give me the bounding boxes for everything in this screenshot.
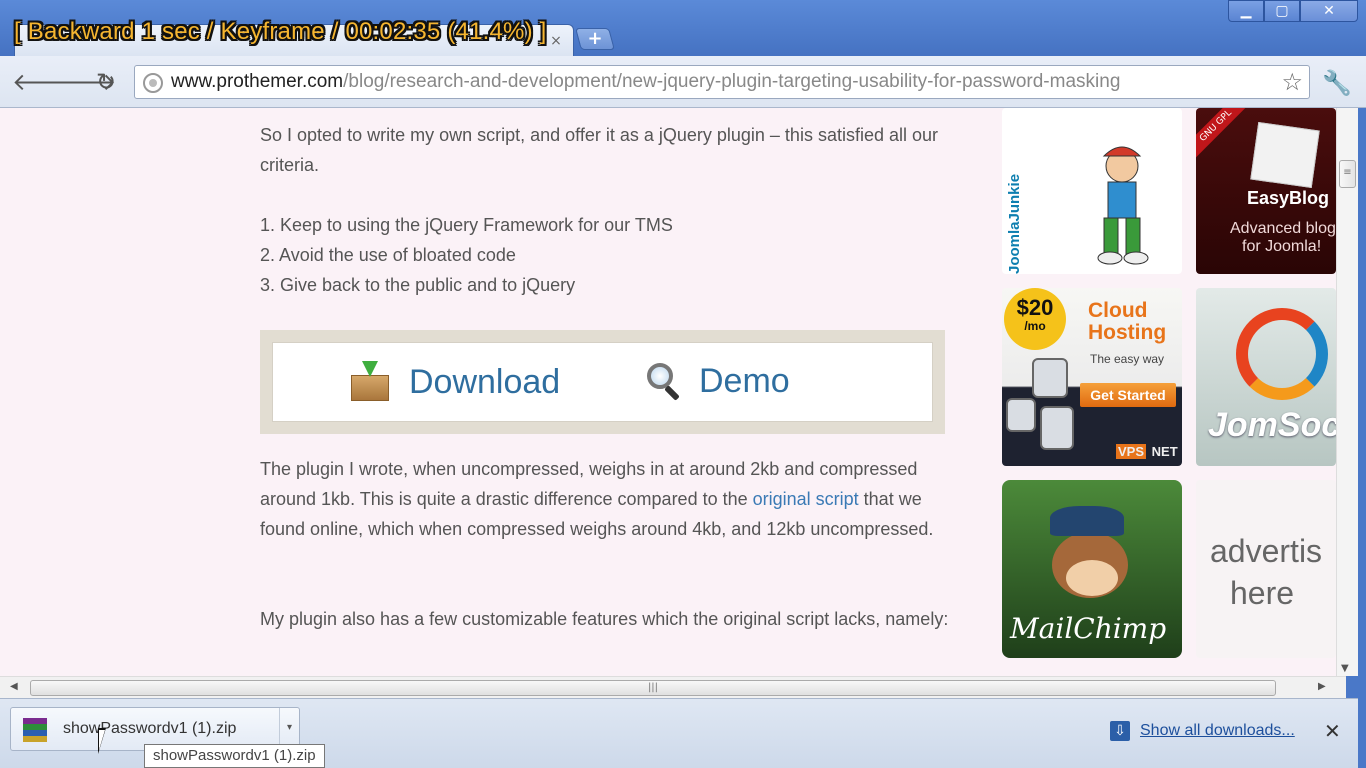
get-started-button[interactable]: Get Started xyxy=(1080,383,1176,407)
cloud-hosting-title: Cloud Hosting xyxy=(1088,300,1166,344)
price-unit: /mo xyxy=(1024,319,1046,333)
features-paragraph: My plugin also has a few customizable fe… xyxy=(260,609,949,629)
archive-file-icon xyxy=(23,718,47,742)
new-tab-button[interactable]: + xyxy=(575,28,615,50)
advertise-here-ad[interactable]: advertis here xyxy=(1196,480,1336,658)
download-demo-inner: Download Demo xyxy=(272,342,933,422)
scroll-left-arrow-icon[interactable]: ◀ xyxy=(10,681,18,692)
reload-button[interactable]: ↻ xyxy=(92,68,120,96)
download-tooltip: showPasswordv1 (1).zip xyxy=(144,744,325,768)
magnifier-icon xyxy=(645,361,685,401)
jomsocial-swirl-logo xyxy=(1236,308,1328,400)
net-text: NET xyxy=(1151,444,1178,459)
horizontal-scrollbar[interactable]: ◀ ||| ▶ xyxy=(0,676,1346,698)
cartoon-character-image xyxy=(1097,146,1149,265)
mailchimp-ad[interactable]: MailChimp xyxy=(1002,480,1182,658)
vps-net-logo: VPS NET xyxy=(1116,444,1180,459)
minimize-button[interactable]: ▁ xyxy=(1228,0,1264,22)
criteria-list: 1. Keep to using the jQuery Framework fo… xyxy=(260,210,673,300)
mailchimp-logo-text: MailChimp xyxy=(1010,612,1167,645)
demo-link[interactable]: Demo xyxy=(645,361,790,401)
scroll-down-arrow-icon[interactable]: ▼ xyxy=(1341,663,1349,674)
price-value: $20 xyxy=(1016,295,1054,320)
download-arrow-icon: ⇩ xyxy=(1110,721,1130,741)
package-download-icon xyxy=(349,361,391,403)
cloud-tagline: The easy way xyxy=(1090,352,1165,366)
joomlajunkie-logo-text: JoomlaJunkie xyxy=(1006,173,1023,274)
globe-icon xyxy=(143,73,163,93)
horizontal-scroll-thumb[interactable]: ||| xyxy=(30,680,1276,696)
scroll-right-arrow-icon[interactable]: ▶ xyxy=(1318,681,1326,692)
vps-text: VPS xyxy=(1116,444,1147,459)
price-badge: $20 /mo xyxy=(1004,288,1066,350)
minimize-icon: ▁ xyxy=(1240,3,1252,19)
list-item: 2. Avoid the use of bloated code xyxy=(260,245,516,265)
list-item: 1. Keep to using the jQuery Framework fo… xyxy=(260,215,673,235)
gpl-ribbon: GNU GPL xyxy=(1196,108,1250,160)
chimp-hat xyxy=(1050,506,1124,536)
video-overlay-text: [ Backward 1 sec / Keyframe / 00:02:35 (… xyxy=(14,18,547,45)
bookmark-star-icon[interactable]: ☆ xyxy=(1281,68,1303,96)
back-button[interactable]: 🡐 xyxy=(12,68,76,96)
show-all-downloads-link[interactable]: Show all downloads... xyxy=(1140,722,1295,740)
download-file-name: showPasswordv1 (1).zip xyxy=(63,720,237,737)
reload-icon: ↻ xyxy=(95,68,117,96)
paper-quill-icon xyxy=(1250,121,1320,189)
intro-paragraph: So I opted to write my own script, and o… xyxy=(260,125,938,175)
maximize-icon: ▢ xyxy=(1275,3,1289,19)
advert-line1: advertis xyxy=(1210,533,1323,569)
robot-icon xyxy=(1006,398,1036,432)
vertical-scrollbar[interactable]: ≡ ▼ xyxy=(1336,108,1358,676)
jomsocial-text: JomSocia xyxy=(1208,406,1336,444)
page-content: So I opted to write my own script, and o… xyxy=(0,108,1346,676)
tab-close-icon[interactable]: × xyxy=(549,34,563,48)
advertise-here-text: advertis here xyxy=(1210,530,1322,614)
list-item: 3. Give back to the public and to jQuery xyxy=(260,275,576,295)
url-path: /blog/research-and-development/new-jquer… xyxy=(343,71,1121,92)
url-host: www.prothemer.com xyxy=(171,71,344,92)
window-frame-edge xyxy=(1358,108,1366,768)
url-text[interactable]: www.prothemer.com/blog/research-and-deve… xyxy=(171,71,1271,93)
browser-toolbar: 🡐 🡒 ↻ www.prothemer.com/blog/research-an… xyxy=(0,56,1366,108)
plus-icon: + xyxy=(587,28,603,49)
forward-button[interactable]: 🡒 xyxy=(52,68,116,96)
easyblog-sub-line1: Advanced blog xyxy=(1230,220,1336,237)
download-demo-box: Download Demo xyxy=(260,330,945,434)
maximize-button[interactable]: ▢ xyxy=(1264,0,1300,22)
close-shelf-icon[interactable]: ✕ xyxy=(1324,719,1341,743)
address-bar[interactable]: www.prothemer.com/blog/research-and-deve… xyxy=(134,65,1310,99)
easyblog-subtitle: Advanced blog for Joomla! xyxy=(1230,220,1336,256)
close-icon: ✕ xyxy=(1323,3,1335,19)
mouse-pointer-icon xyxy=(98,728,106,754)
download-link[interactable]: Download xyxy=(349,361,560,403)
show-all-downloads[interactable]: ⇩ Show all downloads... xyxy=(1110,721,1295,741)
chimp-muzzle xyxy=(1066,560,1118,596)
demo-label: Demo xyxy=(699,362,790,400)
close-window-button[interactable]: ✕ xyxy=(1300,0,1358,22)
size-paragraph: The plugin I wrote, when uncompressed, w… xyxy=(260,454,960,544)
easyblog-ad[interactable]: GNU GPL EasyBlog Advanced blog for Jooml… xyxy=(1196,108,1336,274)
cloud-title-line1: Cloud xyxy=(1088,299,1148,322)
advert-line2: here xyxy=(1230,575,1295,611)
joomlajunkie-ad[interactable]: JoomlaJunkie xyxy=(1002,108,1182,274)
cloud-title-line2: Hosting xyxy=(1088,321,1167,344)
download-label: Download xyxy=(409,363,561,401)
robot-icon xyxy=(1040,406,1074,450)
wrench-menu-icon[interactable]: 🔧 xyxy=(1322,69,1352,97)
jomsocial-ad[interactable]: JomSocia xyxy=(1196,288,1336,466)
robot-icon xyxy=(1032,358,1068,398)
vertical-scroll-thumb[interactable]: ≡ xyxy=(1339,160,1356,188)
original-script-link[interactable]: original script xyxy=(753,489,859,509)
cloud-hosting-ad[interactable]: $20 /mo Cloud Hosting The easy way Get S… xyxy=(1002,288,1182,466)
easyblog-sub-line2: for Joomla! xyxy=(1242,238,1322,255)
easyblog-title: EasyBlog xyxy=(1247,188,1330,208)
